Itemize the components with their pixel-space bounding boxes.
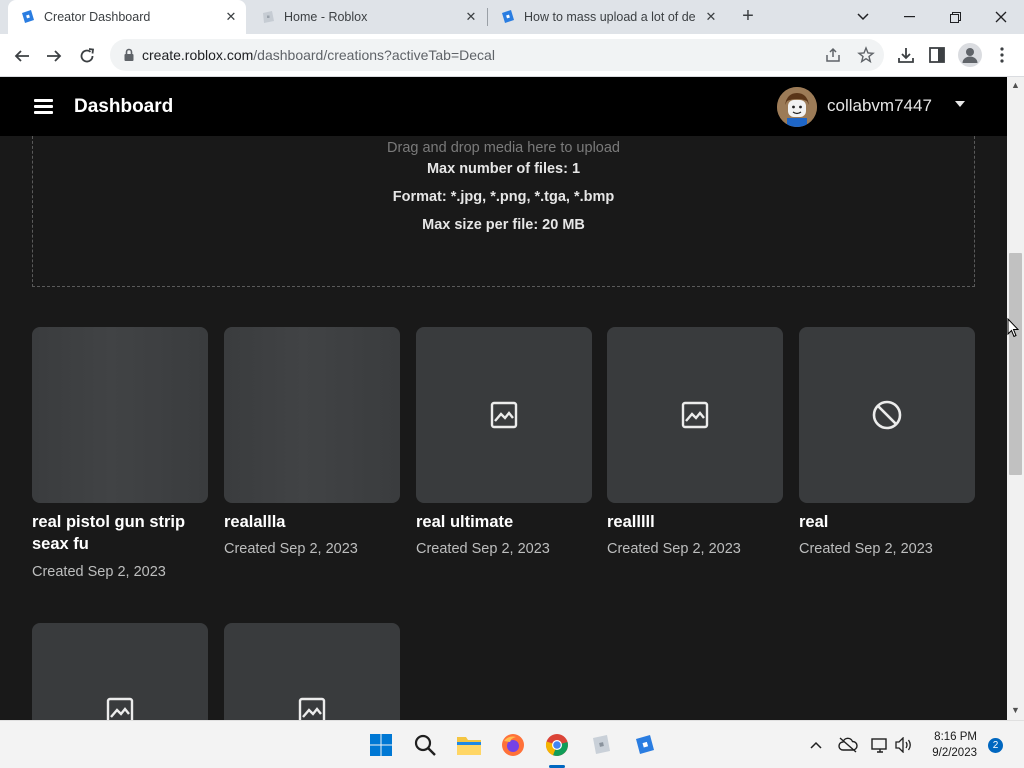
reload-button[interactable] (74, 43, 100, 69)
creation-name[interactable]: real (799, 511, 975, 533)
creation-thumbnail[interactable] (799, 327, 975, 503)
tab-title: Creator Dashboard (44, 10, 151, 24)
scroll-up-arrow-icon[interactable]: ▲ (1011, 80, 1020, 90)
close-tab-icon[interactable]: ✕ (462, 8, 480, 26)
creation-date: Created Sep 2, 2023 (224, 541, 358, 557)
browser-toolbar: create.roblox.com/dashboard/creations?ac… (0, 34, 1024, 77)
windows-taskbar: 8:16 PM 9/2/2023 2 (0, 720, 1024, 768)
hamburger-menu-icon[interactable] (34, 98, 54, 114)
notification-badge[interactable]: 2 (988, 738, 1003, 753)
blocked-icon (872, 400, 902, 430)
creation-date: Created Sep 2, 2023 (607, 541, 741, 557)
address-bar[interactable]: create.roblox.com/dashboard/creations?ac… (110, 39, 884, 71)
clock-date: 9/2/2023 (932, 747, 977, 759)
roblox-studio-icon[interactable] (631, 731, 659, 759)
dropzone-max-size: Max size per file: 20 MB (422, 217, 585, 233)
image-placeholder-icon (298, 697, 326, 720)
tab-creator-dashboard[interactable]: Creator Dashboard ✕ (8, 0, 246, 34)
creation-name[interactable]: real ultimate (416, 511, 592, 533)
dropzone-formats: Format: *.jpg, *.png, *.tga, *.bmp (392, 189, 615, 205)
volume-icon[interactable] (894, 735, 914, 755)
roblox-icon (263, 11, 274, 23)
minimize-button[interactable] (886, 0, 932, 34)
forward-button[interactable] (41, 43, 67, 69)
cloud-offline-icon[interactable] (838, 735, 858, 755)
back-arrow-icon (14, 50, 29, 62)
dashboard-header: Dashboard collabvm7447 (0, 77, 1007, 136)
close-tab-icon[interactable]: ✕ (702, 8, 720, 26)
restore-button[interactable] (932, 0, 978, 34)
scrollbar-thumb[interactable] (1009, 253, 1022, 475)
network-icon[interactable] (870, 735, 890, 755)
url-path: /dashboard/creations?activeTab=Decal (253, 47, 495, 63)
profile-avatar-icon[interactable] (958, 43, 982, 67)
avatar[interactable] (777, 87, 817, 127)
tab-title: How to mass upload a lot of dec (524, 10, 696, 24)
image-placeholder-icon (106, 697, 134, 720)
tab-search-chevron-icon[interactable] (840, 0, 886, 34)
tab-mass-upload[interactable]: How to mass upload a lot of dec ✕ (488, 0, 728, 34)
username[interactable]: collabvm7447 (827, 96, 932, 116)
clock-time: 8:16 PM (934, 731, 977, 743)
creation-thumbnail[interactable] (224, 623, 400, 720)
share-icon[interactable] (824, 46, 842, 64)
dropzone-max-files: Max number of files: 1 (426, 161, 581, 177)
tab-home-roblox[interactable]: Home - Roblox ✕ (248, 0, 488, 34)
chrome-icon[interactable] (543, 731, 571, 759)
tab-title: Home - Roblox (284, 10, 368, 24)
chrome-menu-icon[interactable] (992, 45, 1012, 65)
back-button[interactable] (9, 43, 35, 69)
image-placeholder-icon (490, 401, 518, 429)
creation-date: Created Sep 2, 2023 (32, 564, 166, 580)
browser-tab-strip: Creator Dashboard ✕ Home - Roblox ✕ How … (0, 0, 1024, 34)
roblox-studio-icon (502, 10, 514, 23)
creation-date: Created Sep 2, 2023 (416, 541, 550, 557)
dropzone-hint: Drag and drop media here to upload (387, 140, 620, 156)
creator-dashboard-page: Drag and drop media here to upload Max n… (0, 77, 1007, 720)
image-placeholder-icon (681, 401, 709, 429)
scroll-down-arrow-icon[interactable]: ▼ (1011, 705, 1020, 715)
page-title: Dashboard (74, 96, 174, 117)
reload-icon (80, 48, 95, 63)
upload-dropzone[interactable]: Drag and drop media here to upload Max n… (32, 136, 975, 287)
creation-name[interactable]: realallla (224, 511, 400, 533)
roblox-icon[interactable] (587, 731, 615, 759)
tray-overflow-chevron-icon[interactable] (806, 735, 826, 755)
chevron-down-icon[interactable] (955, 101, 965, 107)
url-host: create.roblox.com (142, 47, 254, 63)
close-tab-icon[interactable]: ✕ (222, 8, 240, 26)
windows-start-icon[interactable] (367, 731, 395, 759)
firefox-icon[interactable] (499, 731, 527, 759)
system-clock[interactable]: 8:16 PM 9/2/2023 (925, 729, 977, 761)
search-icon[interactable] (411, 731, 439, 759)
side-panel-icon[interactable] (927, 45, 947, 65)
file-explorer-icon[interactable] (455, 731, 483, 759)
creation-thumbnail[interactable] (32, 623, 208, 720)
close-window-button[interactable] (978, 0, 1024, 34)
creation-thumbnail[interactable] (224, 327, 400, 503)
creation-name[interactable]: realllll (607, 511, 783, 533)
bookmark-star-icon[interactable] (857, 46, 875, 64)
forward-arrow-icon (47, 50, 62, 62)
new-tab-button[interactable]: + (737, 6, 759, 28)
url-text: create.roblox.com/dashboard/creations?ac… (142, 47, 495, 63)
creation-thumbnail[interactable] (416, 327, 592, 503)
lock-icon (124, 48, 134, 61)
download-icon[interactable] (896, 45, 916, 65)
mouse-cursor-icon (1007, 318, 1019, 338)
page-scrollbar[interactable]: ▲ ▼ (1007, 77, 1024, 720)
creation-name[interactable]: real pistol gun strip seax fu (32, 511, 208, 555)
roblox-studio-icon (22, 10, 34, 23)
creation-date: Created Sep 2, 2023 (799, 541, 933, 557)
creation-thumbnail[interactable] (607, 327, 783, 503)
creation-thumbnail[interactable] (32, 327, 208, 503)
